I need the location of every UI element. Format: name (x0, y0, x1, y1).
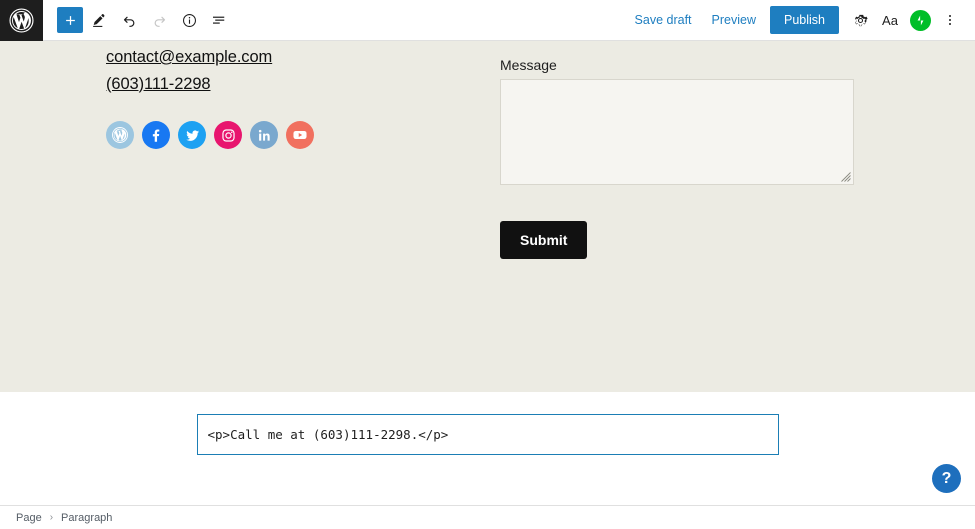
typography-button[interactable]: Aa (875, 5, 905, 35)
page-content-area: contact@example.com (603)111-2298 Messag… (0, 41, 975, 392)
contact-columns: contact@example.com (603)111-2298 Messag… (0, 41, 975, 259)
gear-icon[interactable] (845, 5, 875, 35)
social-links-row (106, 121, 500, 150)
youtube-social-icon[interactable] (286, 121, 314, 150)
submit-button[interactable]: Submit (500, 221, 588, 259)
undo-button[interactable] (115, 6, 143, 34)
publish-button[interactable]: Publish (770, 6, 839, 34)
tools-pencil-button[interactable] (85, 6, 113, 34)
redo-button[interactable] (145, 6, 173, 34)
facebook-social-icon[interactable] (142, 121, 170, 150)
jetpack-icon[interactable] (905, 5, 935, 35)
instagram-social-icon[interactable] (214, 121, 242, 150)
email-link[interactable]: contact@example.com (106, 45, 500, 71)
message-label: Message (500, 57, 557, 73)
breadcrumb-item-paragraph[interactable]: Paragraph (61, 512, 112, 524)
editor-canvas: contact@example.com (603)111-2298 Messag… (0, 41, 975, 505)
preview-button[interactable]: Preview (702, 7, 766, 33)
wordpress-social-icon[interactable] (106, 121, 134, 150)
twitter-social-icon[interactable] (178, 121, 206, 150)
resize-handle-icon[interactable] (841, 172, 851, 182)
editor-top-toolbar: Save draft Preview Publish Aa (0, 0, 975, 41)
three-dots-vertical-icon[interactable] (935, 5, 965, 35)
breadcrumb-item-page[interactable]: Page (16, 512, 42, 524)
wordpress-block-editor: Save draft Preview Publish Aa contact@ex… (0, 0, 975, 529)
wordpress-logo-icon[interactable] (0, 0, 43, 41)
details-button[interactable] (175, 6, 203, 34)
contact-info-column: contact@example.com (603)111-2298 (0, 41, 500, 259)
html-code-block[interactable]: <p>Call me at (603)111-2298.</p> (196, 414, 779, 455)
message-form-column: Message Submit (500, 41, 975, 259)
save-draft-button[interactable]: Save draft (625, 7, 702, 33)
add-block-button[interactable] (57, 7, 83, 33)
help-button[interactable]: ? (932, 464, 961, 493)
html-block-area: <p>Call me at (603)111-2298.</p> (0, 392, 975, 455)
list-view-button[interactable] (205, 6, 233, 34)
message-input[interactable] (500, 79, 854, 185)
linkedin-social-icon[interactable] (250, 121, 278, 150)
toolbar-right-actions: Save draft Preview Publish Aa (625, 0, 975, 40)
phone-link[interactable]: (603)111-2298 (106, 72, 500, 98)
breadcrumb-separator-icon: › (49, 512, 54, 523)
editor-status-bar: Page › Paragraph (0, 505, 975, 529)
toolbar-left-tools (43, 0, 233, 40)
